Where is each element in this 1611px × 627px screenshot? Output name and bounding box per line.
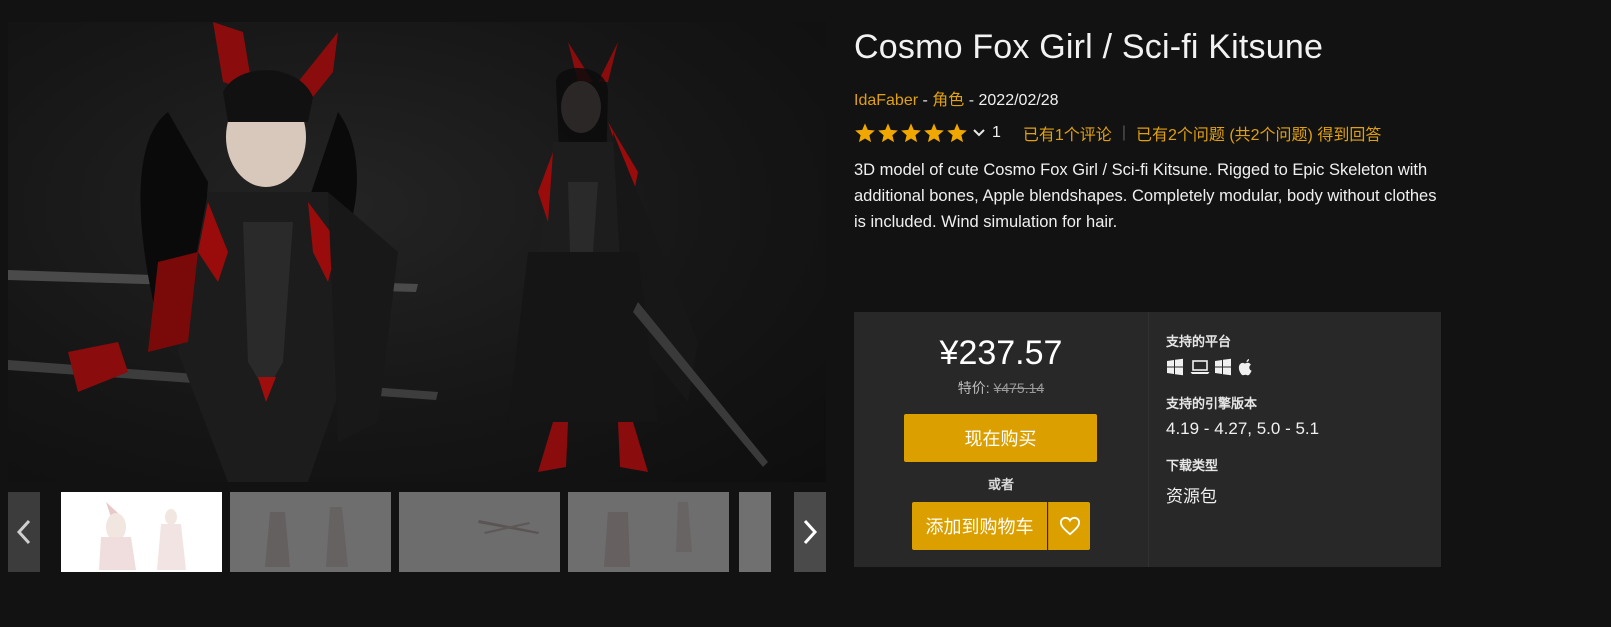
thumbnail-2-image (265, 507, 348, 567)
laptop-icon (1190, 358, 1210, 376)
purchase-panel: ¥237.57 特价: ¥475.14 现在购买 或者 添加到购物车 支持的平台 (854, 312, 1441, 567)
product-specs: 支持的平台 支持的引擎版本 4.19 - 4.27, 5.0 - 5.1 下载类… (1166, 312, 1436, 567)
panel-divider (1148, 312, 1149, 567)
product-meta: IdaFaber - 角色 - 2022/02/28 (854, 86, 1059, 110)
engine-versions-value: 4.19 - 4.27, 5.0 - 5.1 (1166, 419, 1320, 438)
engine-versions-label: 支持的引擎版本 (1166, 396, 1258, 411)
star-icon (854, 122, 876, 144)
product-title: Cosmo Fox Girl / Sci-fi Kitsune (854, 28, 1324, 66)
chevron-right-icon (803, 519, 818, 545)
original-price: ¥475.14 (993, 380, 1045, 396)
windows-icon (1166, 358, 1184, 376)
reviews-link[interactable]: 已有1个评论 (1023, 121, 1112, 145)
buy-now-button[interactable]: 现在购买 (904, 414, 1097, 462)
meta-separator: - (918, 92, 933, 109)
star-icon (946, 122, 968, 144)
product-page: Cosmo Fox Girl / Sci-fi Kitsune IdaFaber… (0, 0, 1611, 627)
sale-info: 特价: ¥475.14 (854, 378, 1148, 398)
thumbnail-2[interactable] (230, 492, 391, 572)
thumbnail-4[interactable] (568, 492, 729, 572)
purchase-actions: ¥237.57 特价: ¥475.14 现在购买 或者 添加到购物车 (854, 312, 1148, 567)
link-divider: | (1121, 124, 1126, 141)
heart-icon (1059, 516, 1080, 536)
thumbnail-5[interactable] (739, 492, 771, 572)
current-price: ¥237.57 (939, 334, 1063, 372)
or-divider-text: 或者 (987, 477, 1014, 492)
chevron-down-icon[interactable] (972, 126, 986, 140)
thumbnail-next-button[interactable] (794, 492, 826, 572)
thumbnail-3-image (478, 520, 539, 534)
thumbnail-1[interactable] (61, 492, 222, 572)
category-link[interactable]: 角色 (932, 92, 964, 109)
thumbnail-4-image (604, 502, 692, 567)
download-type-value: 资源包 (1166, 487, 1217, 506)
star-icon (877, 122, 899, 144)
wishlist-button[interactable] (1048, 502, 1090, 550)
chevron-left-icon (16, 519, 31, 545)
star-icon (923, 122, 945, 144)
thumbnail-prev-button[interactable] (8, 492, 40, 572)
author-link[interactable]: IdaFaber (854, 92, 918, 109)
questions-link[interactable]: 已有2个问题 (共2个问题) 得到回答 (1136, 121, 1381, 145)
platforms-label: 支持的平台 (1166, 334, 1232, 349)
thumbnail-3[interactable] (399, 492, 560, 572)
rating-row: 1 已有1个评论 | 已有2个问题 (共2个问题) 得到回答 (854, 121, 1381, 145)
hero-image[interactable] (8, 22, 826, 482)
apple-icon (1238, 358, 1256, 376)
star-rating[interactable] (854, 122, 968, 144)
meta-separator: - (964, 92, 979, 109)
thumbnail-1-image (99, 502, 186, 570)
rating-count: 1 (992, 124, 1001, 141)
release-date: 2022/02/28 (978, 92, 1059, 109)
character-render (8, 22, 768, 482)
product-description: 3D model of cute Cosmo Fox Girl / Sci-fi… (854, 161, 1437, 231)
download-type-label: 下载类型 (1166, 458, 1219, 473)
platform-icons (1166, 358, 1256, 376)
sale-label: 特价: (957, 380, 990, 396)
thumbnail-strip (8, 492, 826, 572)
star-icon (900, 122, 922, 144)
windows-icon (1214, 358, 1232, 376)
add-to-cart-button[interactable]: 添加到购物车 (912, 502, 1047, 550)
